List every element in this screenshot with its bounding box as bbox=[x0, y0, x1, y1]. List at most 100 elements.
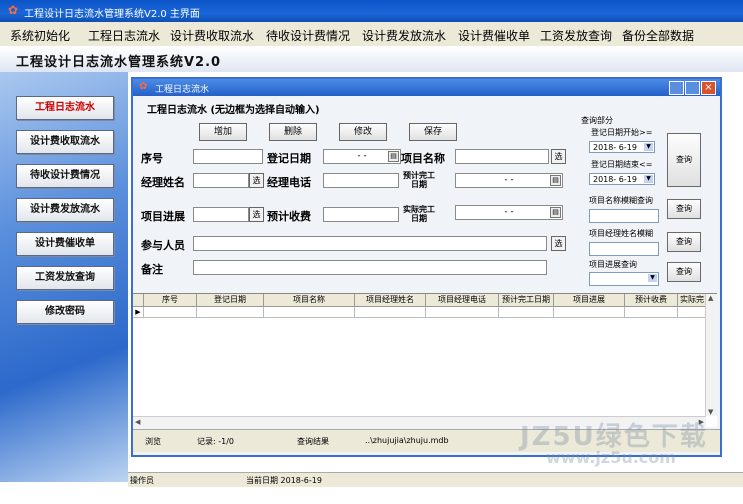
menu-fee-payment[interactable]: 设计费发放流水 bbox=[362, 27, 446, 44]
participants-field[interactable] bbox=[193, 236, 547, 251]
menu-salary-query[interactable]: 工资发放查询 bbox=[540, 27, 612, 44]
app-logo-icon: ✿ bbox=[8, 3, 19, 17]
start-date-picker[interactable]: 2018- 6-19 ▼ bbox=[589, 141, 655, 153]
column-header[interactable]: 实际完 bbox=[678, 294, 707, 306]
menu-backup[interactable]: 备份全部数据 bbox=[622, 27, 694, 44]
progress-pick-button[interactable]: 选 bbox=[249, 207, 264, 222]
calendar-icon[interactable]: ▤ bbox=[550, 175, 561, 186]
delete-button[interactable]: 删除 bbox=[269, 123, 317, 141]
expected-fee-field[interactable] bbox=[323, 207, 399, 222]
project-name-pick-button[interactable]: 选 bbox=[551, 149, 566, 164]
table-cell[interactable] bbox=[144, 307, 197, 317]
column-header[interactable]: 预计收费 bbox=[625, 294, 678, 306]
sidebar-item-pending-fee[interactable]: 待收设计费情况 bbox=[16, 164, 114, 188]
table-cell[interactable] bbox=[678, 307, 707, 317]
reg-date-label: 登记日期 bbox=[267, 152, 311, 165]
project-name-field[interactable] bbox=[455, 149, 549, 164]
seq-label: 序号 bbox=[141, 152, 163, 165]
sidebar-item-fee-payment[interactable]: 设计费发放流水 bbox=[16, 198, 114, 222]
planned-finish-picker[interactable]: - - ▤ bbox=[455, 173, 563, 188]
column-header[interactable]: 预计完工日期 bbox=[499, 294, 554, 306]
column-header[interactable]: 项目经理姓名 bbox=[355, 294, 426, 306]
name-query-button[interactable]: 查询 bbox=[667, 199, 701, 219]
planned-finish-label: 预计完工 日期 bbox=[403, 171, 435, 189]
modify-button[interactable]: 修改 bbox=[339, 123, 387, 141]
sidebar-item-fee-collection[interactable]: 设计费收取流水 bbox=[16, 130, 114, 154]
table-cell[interactable] bbox=[264, 307, 355, 317]
manager-query-button[interactable]: 查询 bbox=[667, 232, 701, 252]
menu-pending-fee[interactable]: 待收设计费情况 bbox=[266, 27, 350, 44]
close-icon[interactable]: × bbox=[701, 81, 716, 95]
manager-fuzzy-input[interactable] bbox=[589, 242, 659, 256]
menu-fee-collection[interactable]: 设计费收取流水 bbox=[170, 27, 254, 44]
browse-status: 浏览 bbox=[145, 437, 161, 446]
progress-query-button[interactable]: 查询 bbox=[667, 262, 701, 282]
start-date-value: 2018- 6-19 bbox=[593, 143, 637, 152]
menu-system-init[interactable]: 系统初始化 bbox=[10, 27, 70, 44]
sidebar-item-change-password[interactable]: 修改密码 bbox=[16, 300, 114, 324]
minimize-icon[interactable] bbox=[669, 81, 684, 95]
end-date-label: 登记日期结束<= bbox=[591, 160, 653, 169]
system-header-title: 工程设计日志流水管理系统V2.0 bbox=[16, 55, 222, 70]
vertical-scrollbar[interactable]: ▲ ▼ bbox=[705, 294, 717, 416]
menu-project-log[interactable]: 工程日志流水 bbox=[88, 27, 160, 44]
add-button[interactable]: 增加 bbox=[199, 123, 247, 141]
column-header[interactable]: 项目经理电话 bbox=[426, 294, 499, 306]
seq-field[interactable] bbox=[193, 149, 263, 164]
chevron-down-icon[interactable]: ▼ bbox=[648, 274, 657, 282]
reg-date-picker[interactable]: - - ▤ bbox=[323, 149, 401, 164]
actual-finish-label: 实际完工 日期 bbox=[403, 205, 435, 223]
child-logo-icon: ✿ bbox=[139, 81, 148, 92]
actual-finish-picker[interactable]: - - ▤ bbox=[455, 205, 563, 220]
child-window-title-bar[interactable]: ✿ 工程日志流水 × bbox=[133, 79, 720, 96]
end-date-picker[interactable]: 2018- 6-19 ▼ bbox=[589, 173, 655, 185]
progress-query-select[interactable]: ▼ bbox=[589, 272, 659, 286]
grid-row-selector-header bbox=[133, 294, 144, 306]
progress-field[interactable] bbox=[193, 207, 249, 222]
table-row[interactable]: ▶ bbox=[133, 307, 707, 318]
chevron-down-icon[interactable]: ▼ bbox=[644, 175, 653, 183]
calendar-icon[interactable]: ▤ bbox=[550, 207, 561, 218]
table-cell[interactable] bbox=[197, 307, 264, 317]
scroll-down-icon[interactable]: ▼ bbox=[708, 408, 713, 416]
scroll-left-icon[interactable]: ◀ bbox=[135, 418, 140, 426]
window-title: 工程设计日志流水管理系统V2.0 主界面 bbox=[24, 9, 200, 20]
menu-fee-reminder[interactable]: 设计费催收单 bbox=[458, 27, 530, 44]
chevron-down-icon[interactable]: ▼ bbox=[644, 143, 653, 151]
remark-field[interactable] bbox=[193, 260, 547, 275]
project-log-window: ✿ 工程日志流水 × 工程日志流水 (无边框为选择自动输入) 增加 删除 修改 … bbox=[131, 77, 722, 457]
sidebar-item-fee-reminder[interactable]: 设计费催收单 bbox=[16, 232, 114, 256]
project-name-label: 项目名称 bbox=[401, 152, 445, 165]
table-cell[interactable] bbox=[625, 307, 678, 317]
save-button[interactable]: 保存 bbox=[409, 123, 457, 141]
db-path-status: ..\zhujujia\zhuju.mdb bbox=[365, 436, 449, 445]
sidebar-item-salary-query[interactable]: 工资发放查询 bbox=[16, 266, 114, 290]
participants-pick-button[interactable]: 选 bbox=[551, 236, 566, 251]
name-fuzzy-input[interactable] bbox=[589, 209, 659, 223]
participants-label: 参与人员 bbox=[141, 239, 185, 252]
data-grid: 序号 登记日期 项目名称 项目经理姓名 项目经理电话 预计完工日期 项目进展 预… bbox=[133, 293, 717, 427]
table-cell[interactable] bbox=[499, 307, 554, 317]
table-cell[interactable] bbox=[554, 307, 625, 317]
manager-phone-field[interactable] bbox=[323, 173, 399, 188]
progress-query-label: 项目进展查询 bbox=[589, 260, 637, 269]
calendar-icon[interactable]: ▤ bbox=[388, 151, 399, 162]
table-cell[interactable] bbox=[426, 307, 499, 317]
manager-phone-label: 经理电话 bbox=[267, 176, 311, 189]
manager-name-field[interactable] bbox=[193, 173, 249, 188]
column-header[interactable]: 登记日期 bbox=[197, 294, 264, 306]
column-header[interactable]: 项目名称 bbox=[264, 294, 355, 306]
column-header[interactable]: 序号 bbox=[144, 294, 197, 306]
name-fuzzy-label: 项目名称模糊查询 bbox=[589, 196, 653, 205]
actual-finish-value: - - bbox=[504, 207, 514, 217]
status-bar: 操作员 当前日期 2018-6-19 bbox=[128, 472, 743, 487]
date-query-button[interactable]: 查询 bbox=[667, 133, 701, 187]
column-header[interactable]: 项目进展 bbox=[554, 294, 625, 306]
manager-name-pick-button[interactable]: 选 bbox=[249, 173, 264, 188]
table-cell[interactable] bbox=[355, 307, 426, 317]
scroll-up-icon[interactable]: ▲ bbox=[708, 294, 713, 302]
start-date-label: 登记日期开始>= bbox=[591, 128, 653, 137]
maximize-icon[interactable] bbox=[685, 81, 700, 95]
sidebar-item-project-log[interactable]: 工程日志流水 bbox=[16, 96, 114, 120]
query-result-status: 查询结果 bbox=[297, 437, 329, 446]
